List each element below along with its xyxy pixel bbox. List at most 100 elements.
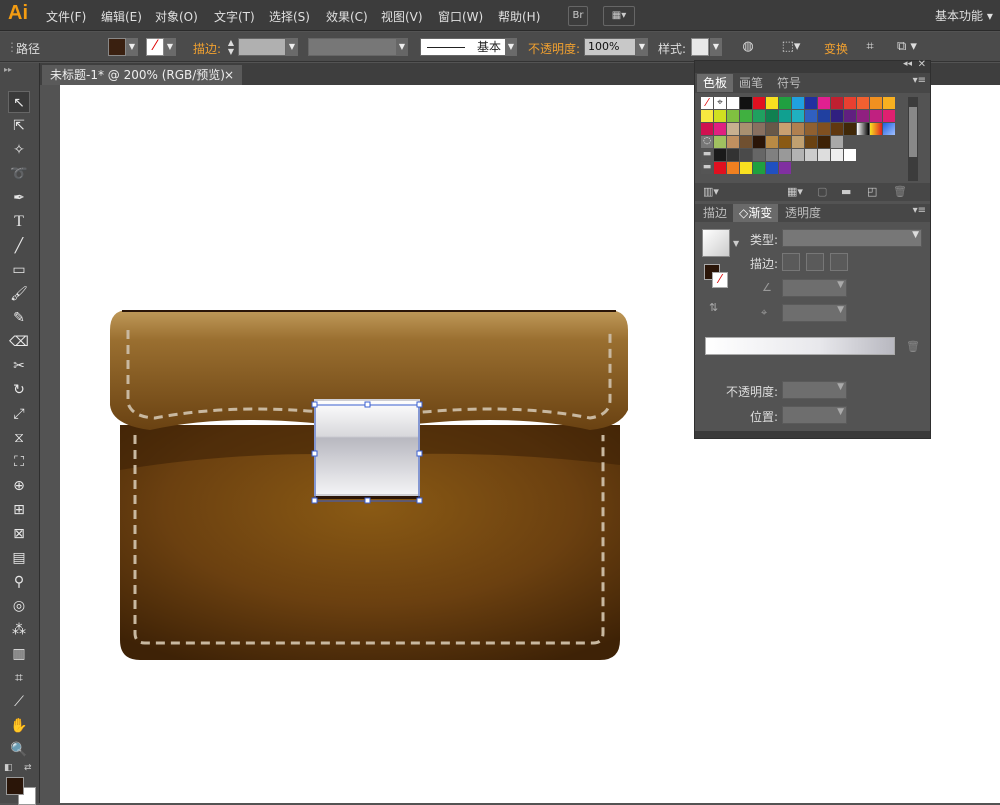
swatch[interactable] [701,110,713,122]
swatch[interactable] [883,123,895,135]
rotate-tool-icon[interactable]: ↻ [8,379,30,401]
paintbrush-tool-icon[interactable]: 🖌 [8,283,30,305]
swatch-registration[interactable]: ⌖ [714,97,726,109]
stroke-none-swatch[interactable]: ⁄ [146,38,164,56]
swatch[interactable] [792,136,804,148]
swatch[interactable] [792,110,804,122]
gradient-preview-dropdown-icon[interactable]: ▼ [733,239,739,248]
swatch[interactable] [766,97,778,109]
type-tool-icon[interactable]: T [8,211,30,233]
perspective-grid-tool-icon[interactable]: ⊞ [8,499,30,521]
swatch[interactable] [753,136,765,148]
swatch[interactable] [766,110,778,122]
arrange-documents-button[interactable]: ▦▾ [603,6,635,26]
swatch[interactable] [870,110,882,122]
new-swatch-icon[interactable]: ◰ [867,185,877,198]
transform-label[interactable]: 变换 [824,40,848,57]
scale-tool-icon[interactable]: ⤢ [8,403,30,425]
blend-tool-icon[interactable]: ◎ [8,595,30,617]
opacity-dropdown-arrow[interactable]: ▼ [636,38,648,56]
tab-symbols[interactable]: 符号 [771,74,807,92]
swatch[interactable] [714,123,726,135]
gradient-menu-icon[interactable]: ▾≡ [913,205,926,216]
stroke-within-icon[interactable] [782,253,800,271]
menu-type[interactable]: 文字(T) [214,8,255,25]
workspace-switcher[interactable]: 基本功能 ▾ [935,7,993,24]
hand-tool-icon[interactable]: ✋ [8,715,30,737]
swatch[interactable] [701,123,713,135]
menu-effect[interactable]: 效果(C) [326,8,368,25]
panel-drag-bar[interactable]: ◂◂ ✕ [695,59,930,73]
swatch[interactable] [779,97,791,109]
align-options-icon[interactable]: ⬚▾ [778,39,804,54]
swatch[interactable] [740,149,752,161]
swatch[interactable] [818,110,830,122]
swatch[interactable] [805,97,817,109]
menu-file[interactable]: 文件(F) [46,8,86,25]
swatch[interactable] [766,162,778,174]
magic-wand-tool-icon[interactable]: ✧ [8,139,30,161]
swatch[interactable] [779,162,791,174]
swatch[interactable] [792,97,804,109]
delete-stop-icon[interactable]: 🗑 [906,340,920,353]
fill-dropdown-arrow[interactable]: ▼ [126,38,138,56]
gradient-tool-icon[interactable]: ▤ [8,547,30,569]
direct-selection-tool-icon[interactable]: ⇱ [8,115,30,137]
swatch-options-icon[interactable]: ▢ [817,185,827,198]
swatch-none[interactable]: ⁄ [701,97,713,109]
delete-swatch-icon[interactable]: 🗑 [893,185,907,198]
brush-dropdown-arrow[interactable]: ▼ [505,38,517,56]
swatch[interactable] [818,136,830,148]
fill-swatch[interactable] [108,38,126,56]
eyedropper-tool-icon[interactable]: ⚲ [8,571,30,593]
menu-view[interactable]: 视图(V) [381,8,423,25]
swatch[interactable] [870,123,882,135]
default-colors-icon[interactable]: ◧ [4,763,13,773]
swatch[interactable] [714,149,726,161]
pen-tool-icon[interactable]: ✒ [8,187,30,209]
tab-brushes[interactable]: 画笔 [733,74,769,92]
swatch[interactable] [870,97,882,109]
swatch[interactable] [727,110,739,122]
scissors-tool-icon[interactable]: ✂ [8,355,30,377]
swap-colors-icon[interactable]: ⇄ [24,763,32,773]
angle-field[interactable]: ▼ [782,279,847,297]
tab-transparency[interactable]: 透明度 [779,204,827,222]
opacity-label[interactable]: 不透明度: [528,40,580,57]
menu-help[interactable]: 帮助(H) [498,8,540,25]
swatch[interactable] [753,149,765,161]
swatch-libraries-icon[interactable]: ▥▾ [703,185,719,198]
swatch[interactable] [714,162,726,174]
stroke-mini-swatch[interactable]: ⁄ [712,272,728,288]
zoom-tool-icon[interactable]: 🔍 [8,739,30,761]
swatch[interactable] [779,123,791,135]
swatch[interactable] [844,149,856,161]
swatch[interactable] [766,149,778,161]
swatch[interactable] [740,97,752,109]
swatch[interactable] [805,110,817,122]
slice-tool-icon[interactable]: ⟋ [8,691,30,713]
swatch-pattern[interactable] [727,136,739,148]
pencil-tool-icon[interactable]: ✎ [8,307,30,329]
document-tab[interactable]: 未标题-1* @ 200% (RGB/预览) × [42,65,242,85]
gradient-type-select[interactable]: ▼ [782,229,922,247]
swatch[interactable] [805,149,817,161]
swatch[interactable] [740,162,752,174]
tab-gradient[interactable]: ◇渐变 [733,204,779,222]
swatch[interactable] [753,110,765,122]
variable-width-dropdown-arrow[interactable]: ▼ [396,38,408,56]
stroke-weight-label[interactable]: 描边: [193,40,221,57]
reverse-gradient-icon[interactable]: ⇅ [709,301,718,314]
lasso-tool-icon[interactable]: ➰ [8,163,30,185]
swatch[interactable] [727,123,739,135]
swatch[interactable] [818,97,830,109]
artboard-tool-icon[interactable]: ⌗ [8,667,30,689]
stroke-weight-dropdown-arrow[interactable]: ▼ [286,38,298,56]
swatch[interactable] [740,123,752,135]
swatch[interactable] [792,149,804,161]
swatch[interactable] [766,136,778,148]
swatch[interactable] [779,136,791,148]
brush-definition[interactable]: 基本 [420,38,506,56]
stop-position-field[interactable]: ▼ [782,406,847,424]
free-transform-tool-icon[interactable]: ⛶ [8,451,30,473]
